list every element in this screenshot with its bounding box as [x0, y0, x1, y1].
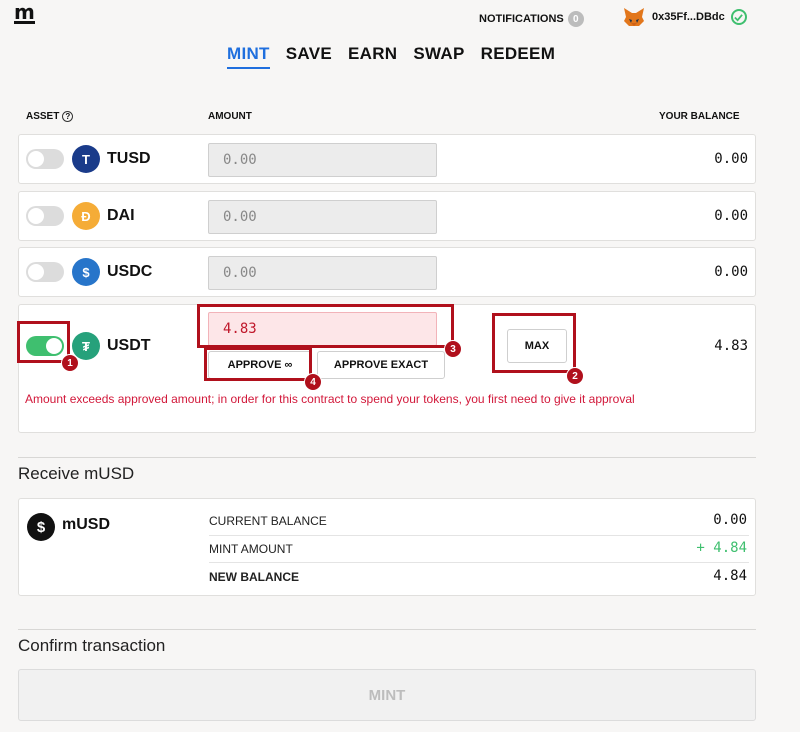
current-balance-value: 0.00 — [713, 512, 747, 528]
metamask-fox-icon — [624, 8, 644, 26]
section-divider — [18, 457, 756, 458]
confirm-title: Confirm transaction — [18, 636, 166, 655]
mint-button[interactable]: MINT — [18, 669, 756, 721]
approve-exact-button[interactable]: APPROVE EXACT — [317, 351, 445, 379]
annotation-badge-3: 3 — [444, 340, 462, 358]
annotation-badge-4: 4 — [304, 373, 322, 391]
usdc-balance: 0.00 — [714, 264, 748, 280]
annotation-badge-1: 1 — [61, 354, 79, 372]
tab-swap[interactable]: SWAP — [413, 44, 464, 69]
highlight-box-3 — [197, 304, 454, 348]
row-divider — [209, 562, 749, 563]
account-button[interactable]: 0x35Ff...DBdc — [622, 7, 747, 27]
usdc-token-icon: $ — [72, 258, 100, 286]
tab-redeem[interactable]: REDEEM — [481, 44, 556, 69]
asset-row-usdc: $ USDC 0.00 0.00 — [18, 247, 756, 297]
annotation-badge-2: 2 — [566, 367, 584, 385]
dai-amount-input[interactable]: 0.00 — [208, 200, 437, 234]
asset-header-label: ASSET — [26, 111, 60, 123]
tusd-token-icon: T — [72, 145, 100, 173]
highlight-box-2 — [492, 313, 576, 373]
row-divider — [209, 535, 749, 536]
notifications-count: 0 — [567, 11, 584, 27]
musd-token-icon: $ — [27, 513, 55, 541]
highlight-box-4 — [204, 347, 312, 381]
dai-balance: 0.00 — [714, 208, 748, 224]
asset-row-dai: Đ DAI 0.00 0.00 — [18, 191, 756, 241]
help-icon[interactable]: ? — [62, 111, 74, 122]
section-divider — [18, 629, 756, 630]
tusd-amount-input[interactable]: 0.00 — [208, 143, 437, 177]
asset-row-tusd: T TUSD 0.00 0.00 — [18, 134, 756, 184]
tab-earn[interactable]: EARN — [348, 44, 397, 69]
dai-name: DAI — [107, 207, 135, 224]
tab-save[interactable]: SAVE — [286, 44, 332, 69]
notifications-button[interactable]: NOTIFICATIONS 0 — [479, 11, 584, 27]
usdc-toggle[interactable] — [26, 262, 64, 282]
usdc-name: USDC — [107, 263, 153, 280]
usdc-amount-input[interactable]: 0.00 — [208, 256, 437, 290]
dai-token-icon: Đ — [72, 202, 100, 230]
amount-column-header: AMOUNT — [208, 111, 252, 122]
new-balance-value: 4.84 — [713, 568, 747, 584]
asset-column-header: ASSET? — [26, 111, 74, 123]
dai-toggle[interactable] — [26, 206, 64, 226]
mint-amount-label: MINT AMOUNT — [209, 542, 293, 556]
tab-mint[interactable]: MINT — [227, 44, 270, 69]
approval-error-message: Amount exceeds approved amount; in order… — [25, 392, 635, 406]
account-address: 0x35Ff...DBdc — [652, 11, 725, 23]
connected-check-icon — [730, 9, 747, 25]
tusd-balance: 0.00 — [714, 151, 748, 167]
receive-title: Receive mUSD — [18, 464, 135, 483]
current-balance-label: CURRENT BALANCE — [209, 514, 327, 528]
main-tabs: MINT SAVE EARN SWAP REDEEM — [227, 44, 555, 69]
usdt-name: USDT — [107, 337, 151, 354]
new-balance-label: NEW BALANCE — [209, 570, 299, 584]
balance-column-header: YOUR BALANCE — [659, 111, 740, 122]
usdt-balance: 4.83 — [714, 338, 748, 354]
tusd-toggle[interactable] — [26, 149, 64, 169]
mint-amount-value: + 4.84 — [696, 540, 747, 556]
receive-panel: $ mUSD CURRENT BALANCE 0.00 MINT AMOUNT … — [18, 498, 756, 596]
tusd-name: TUSD — [107, 150, 151, 167]
app-logo[interactable]: m — [14, 2, 35, 24]
notifications-label: NOTIFICATIONS — [479, 13, 564, 25]
musd-name: mUSD — [62, 516, 111, 533]
